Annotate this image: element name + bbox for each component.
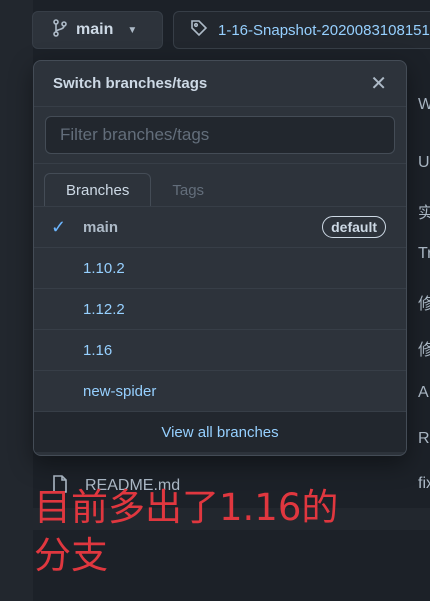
commit-message: Wel [418, 96, 430, 113]
commit-message: 修 [418, 342, 430, 359]
branch-name: 1.10.2 [83, 259, 125, 277]
check-icon: ✓ [50, 216, 67, 237]
close-icon[interactable]: ✕ [370, 74, 387, 94]
default-badge: default [322, 216, 386, 238]
branch-item[interactable]: 1.12.2 [34, 289, 406, 330]
branch-switcher-button[interactable]: main ▼ [32, 11, 163, 49]
branch-item[interactable]: new-spider [34, 371, 406, 412]
left-gutter [0, 0, 33, 601]
tab-branches[interactable]: Branches [44, 173, 152, 206]
tag-button[interactable]: 1-16-Snapshot-20200831081515 [173, 11, 430, 49]
panel-header: Switch branches/tags ✕ [34, 61, 406, 107]
annotation-line-1: 目前多出了1.16的 [34, 486, 339, 529]
filter-wrapper [34, 107, 406, 164]
commit-message: 修 [418, 296, 430, 313]
branch-item-main[interactable]: ✓ main default [34, 207, 406, 248]
tab-bar: Branches Tags [34, 164, 406, 207]
filter-input[interactable] [45, 116, 395, 154]
panel-title: Switch branches/tags [53, 75, 208, 92]
annotation-text: 目前多出了1.16的 分支 [34, 484, 354, 580]
branch-name: main [83, 218, 119, 236]
tag-icon [190, 19, 208, 41]
branch-item[interactable]: 1.10.2 [34, 248, 406, 289]
branch-switcher-panel: Switch branches/tags ✕ Branches Tags ✓ m… [33, 60, 407, 456]
branch-name: 1.12.2 [83, 300, 125, 318]
commit-message: 实 [418, 205, 430, 222]
tag-button-label: 1-16-Snapshot-20200831081515 [218, 21, 430, 39]
commit-message: U [418, 154, 430, 171]
branch-list: ✓ main default 1.10.2 1.12.2 1.16 new-sp… [34, 207, 406, 412]
branch-button-label: main [76, 21, 114, 38]
branch-name: new-spider [83, 382, 157, 400]
chevron-down-icon: ▼ [127, 24, 138, 36]
branch-item[interactable]: 1.16 [34, 330, 406, 371]
commit-message: A [418, 384, 429, 401]
commit-message: Re [418, 430, 430, 447]
branch-name: 1.16 [83, 341, 113, 359]
tab-tags[interactable]: Tags [151, 174, 225, 206]
git-branch-icon [52, 18, 68, 42]
commit-message: Tr [418, 245, 430, 262]
view-all-branches-link[interactable]: View all branches [34, 412, 406, 452]
annotation-line-2: 分支 [34, 534, 108, 577]
